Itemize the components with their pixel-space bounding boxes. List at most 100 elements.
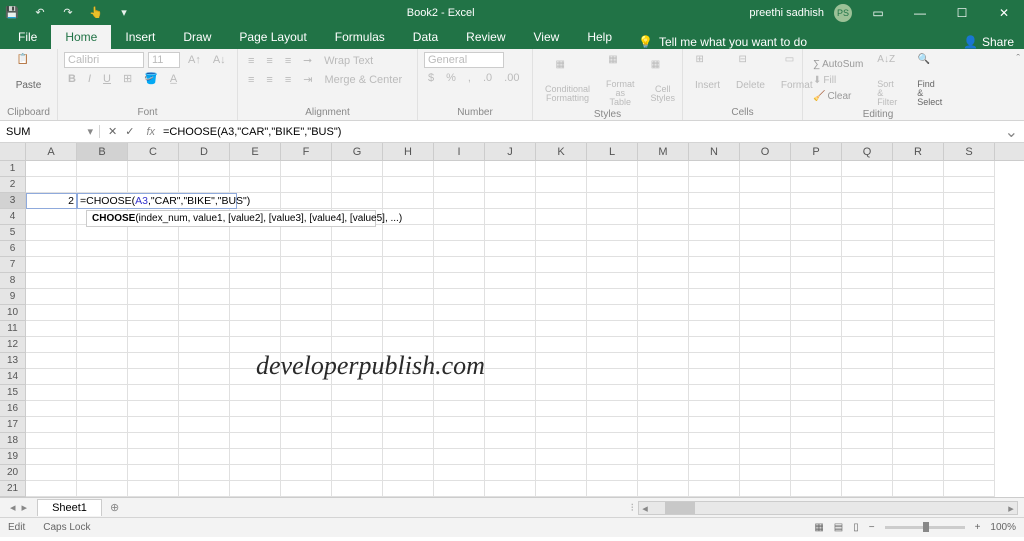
cell-p11[interactable] [791, 321, 842, 337]
cell-m18[interactable] [638, 433, 689, 449]
cell-o21[interactable] [740, 481, 791, 497]
cell-o14[interactable] [740, 369, 791, 385]
cell-e8[interactable] [230, 273, 281, 289]
cell-i12[interactable] [434, 337, 485, 353]
cell-r8[interactable] [893, 273, 944, 289]
cell-f8[interactable] [281, 273, 332, 289]
user-name[interactable]: preethi sadhish [749, 7, 824, 19]
cell-r1[interactable] [893, 161, 944, 177]
cell-r15[interactable] [893, 385, 944, 401]
avatar[interactable]: PS [834, 4, 852, 22]
cell-n7[interactable] [689, 257, 740, 273]
col-header-b[interactable]: B [77, 143, 128, 160]
cell-k11[interactable] [536, 321, 587, 337]
cell-a15[interactable] [26, 385, 77, 401]
cell-h21[interactable] [383, 481, 434, 497]
cell-s17[interactable] [944, 417, 995, 433]
cell-k17[interactable] [536, 417, 587, 433]
col-header-f[interactable]: F [281, 143, 332, 160]
cell-c18[interactable] [128, 433, 179, 449]
cell-d5[interactable] [179, 225, 230, 241]
cell-p12[interactable] [791, 337, 842, 353]
delete-cells-button[interactable]: ⊟ Delete [730, 52, 771, 93]
cell-r9[interactable] [893, 289, 944, 305]
cell-k19[interactable] [536, 449, 587, 465]
cell-f2[interactable] [281, 177, 332, 193]
horizontal-scrollbar[interactable]: ◂ ▸ [638, 501, 1018, 515]
cell-r18[interactable] [893, 433, 944, 449]
col-header-r[interactable]: R [893, 143, 944, 160]
cell-n21[interactable] [689, 481, 740, 497]
cell-d12[interactable] [179, 337, 230, 353]
cell-g10[interactable] [332, 305, 383, 321]
cell-j16[interactable] [485, 401, 536, 417]
col-header-d[interactable]: D [179, 143, 230, 160]
cell-p4[interactable] [791, 209, 842, 225]
cell-l11[interactable] [587, 321, 638, 337]
cell-e7[interactable] [230, 257, 281, 273]
cell-f19[interactable] [281, 449, 332, 465]
font-size-select[interactable] [148, 52, 180, 68]
cell-a6[interactable] [26, 241, 77, 257]
row-header-3[interactable]: 3 [0, 193, 26, 209]
fill-button[interactable]: ⬇ Fill [809, 73, 867, 88]
cell-g20[interactable] [332, 465, 383, 481]
cell-o19[interactable] [740, 449, 791, 465]
cell-e6[interactable] [230, 241, 281, 257]
sheet-tab-sheet1[interactable]: Sheet1 [37, 499, 102, 516]
cell-e5[interactable] [230, 225, 281, 241]
cell-e20[interactable] [230, 465, 281, 481]
cell-i21[interactable] [434, 481, 485, 497]
cell-o2[interactable] [740, 177, 791, 193]
cell-j20[interactable] [485, 465, 536, 481]
cell-e2[interactable] [230, 177, 281, 193]
cell-s12[interactable] [944, 337, 995, 353]
cell-i8[interactable] [434, 273, 485, 289]
scroll-left-icon[interactable]: ◂ [639, 502, 651, 514]
number-format-select[interactable] [424, 52, 504, 68]
tab-help[interactable]: Help [573, 25, 626, 49]
cell-b9[interactable] [77, 289, 128, 305]
row-header-17[interactable]: 17 [0, 417, 26, 433]
cell-g12[interactable] [332, 337, 383, 353]
cell-r6[interactable] [893, 241, 944, 257]
cell-r2[interactable] [893, 177, 944, 193]
cell-b2[interactable] [77, 177, 128, 193]
row-header-20[interactable]: 20 [0, 465, 26, 481]
cell-i9[interactable] [434, 289, 485, 305]
cell-o16[interactable] [740, 401, 791, 417]
col-header-s[interactable]: S [944, 143, 995, 160]
cell-m12[interactable] [638, 337, 689, 353]
cell-i7[interactable] [434, 257, 485, 273]
cell-e21[interactable] [230, 481, 281, 497]
sheet-nav-prev-icon[interactable]: ◂ [10, 501, 16, 514]
cell-p5[interactable] [791, 225, 842, 241]
font-color-icon[interactable]: A̲ [166, 71, 181, 87]
cell-q17[interactable] [842, 417, 893, 433]
cell-a2[interactable] [26, 177, 77, 193]
enter-formula-icon[interactable]: ✓ [125, 125, 134, 138]
cell-p17[interactable] [791, 417, 842, 433]
cell-h20[interactable] [383, 465, 434, 481]
cell-p9[interactable] [791, 289, 842, 305]
cell-s7[interactable] [944, 257, 995, 273]
cell-q20[interactable] [842, 465, 893, 481]
cell-l2[interactable] [587, 177, 638, 193]
cell-k12[interactable] [536, 337, 587, 353]
indent-icon[interactable]: ⇥ [299, 71, 316, 88]
cell-e19[interactable] [230, 449, 281, 465]
cell-o13[interactable] [740, 353, 791, 369]
select-all-corner[interactable] [0, 143, 26, 160]
undo-icon[interactable]: ↶ [32, 5, 48, 21]
cell-p1[interactable] [791, 161, 842, 177]
cell-f21[interactable] [281, 481, 332, 497]
cell-c17[interactable] [128, 417, 179, 433]
row-header-7[interactable]: 7 [0, 257, 26, 273]
cell-q10[interactable] [842, 305, 893, 321]
cell-q15[interactable] [842, 385, 893, 401]
row-header-6[interactable]: 6 [0, 241, 26, 257]
cell-a8[interactable] [26, 273, 77, 289]
cell-n1[interactable] [689, 161, 740, 177]
cell-k8[interactable] [536, 273, 587, 289]
scroll-thumb[interactable] [665, 502, 695, 514]
